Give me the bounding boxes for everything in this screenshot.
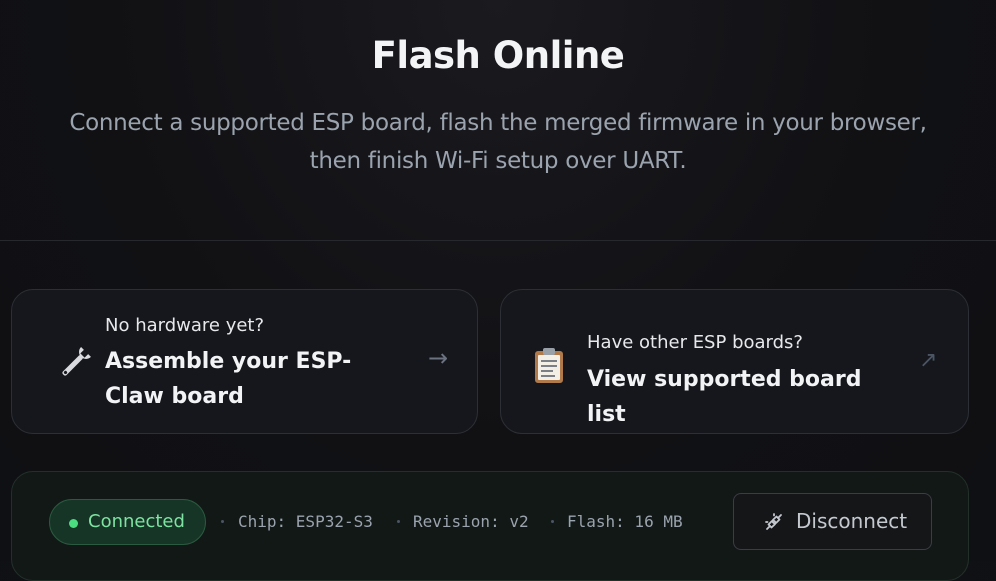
status-dot-icon [69, 519, 78, 528]
chip-info: Chip: ESP32-S3 [238, 512, 373, 531]
arrow-right-icon: → [428, 344, 449, 372]
card-eyebrow: No hardware yet? [105, 315, 265, 336]
separator-dot-icon [221, 520, 224, 523]
separator-dot-icon [551, 520, 554, 523]
subtitle-line-2: then finish Wi-Fi setup over UART. [309, 148, 687, 174]
external-link-icon: ↗ [919, 348, 938, 373]
hero-section: Flash Online Connect a supported ESP boa… [0, 0, 996, 240]
card-eyebrow: Have other ESP boards? [587, 332, 803, 353]
assemble-board-card[interactable]: No hardware yet? Assemble your ESP-Claw … [11, 289, 478, 434]
subtitle-line-1: Connect a supported ESP board, flash the… [69, 110, 927, 136]
status-badge: Connected [49, 499, 206, 545]
revision-info: Revision: v2 [413, 512, 529, 531]
connection-status-panel: Connected Chip: ESP32-S3 Revision: v2 Fl… [11, 471, 969, 581]
status-label: Connected [88, 511, 185, 532]
section-divider [0, 240, 996, 241]
wrench-icon [54, 344, 94, 384]
disconnect-button[interactable]: Disconnect [733, 493, 932, 550]
card-title: Assemble your ESP-Claw board [105, 349, 352, 409]
unplug-icon [762, 510, 786, 534]
card-title: View supported board list [587, 367, 862, 427]
separator-dot-icon [397, 520, 400, 523]
supported-boards-card[interactable]: Have other ESP boards? View supported bo… [500, 289, 969, 434]
page-title: Flash Online [371, 34, 625, 77]
page-subtitle: Connect a supported ESP board, flash the… [40, 104, 956, 180]
flash-info: Flash: 16 MB [567, 512, 683, 531]
clipboard-icon [529, 345, 569, 385]
disconnect-label: Disconnect [796, 509, 908, 533]
